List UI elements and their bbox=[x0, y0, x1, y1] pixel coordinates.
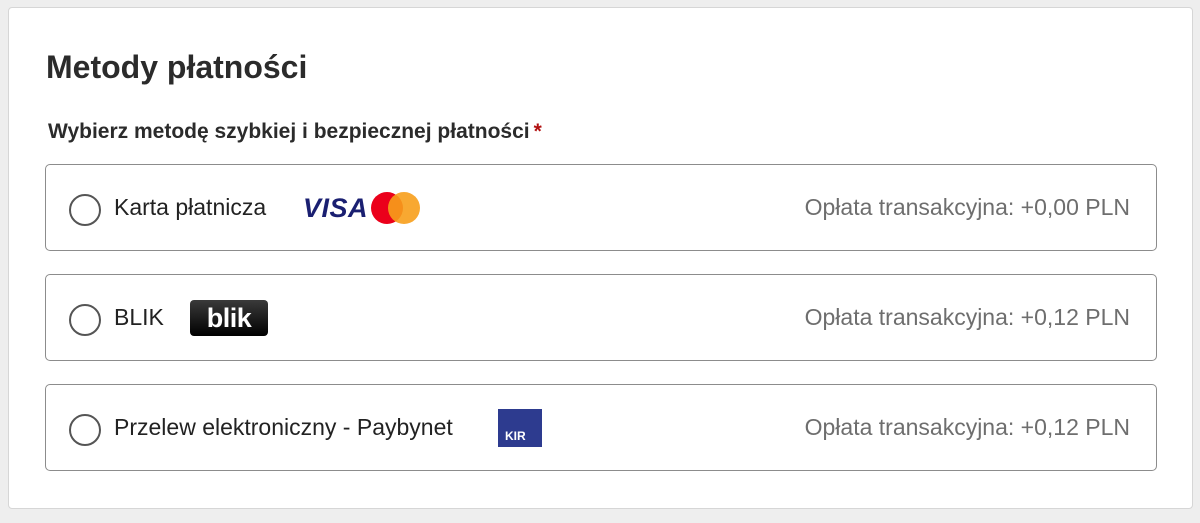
mastercard-orange-circle bbox=[388, 192, 420, 224]
kir-logo: KIR bbox=[498, 409, 542, 447]
payment-option-blik[interactable]: BLIK blik Opłata transakcyjna: +0,12 PLN bbox=[45, 274, 1157, 361]
visa-logo: VISA bbox=[303, 193, 369, 223]
fee-text-card: Opłata transakcyjna: +0,00 PLN bbox=[804, 194, 1130, 220]
required-marker: * bbox=[533, 120, 542, 143]
radio-button-card[interactable] bbox=[69, 194, 101, 226]
payment-option-paybynet[interactable]: Przelew elektroniczny - Paybynet KIR Opł… bbox=[45, 384, 1157, 471]
fee-text-blik: Opłata transakcyjna: +0,12 PLN bbox=[804, 304, 1130, 330]
option-label-blik: BLIK bbox=[114, 304, 164, 330]
mastercard-icon bbox=[371, 192, 421, 224]
kir-logo-text: KIR bbox=[505, 429, 526, 443]
payment-prompt-text: Wybierz metodę szybkiej i bezpiecznej pł… bbox=[48, 120, 530, 143]
radio-button-blik[interactable] bbox=[69, 304, 101, 336]
payment-option-card[interactable]: Karta płatnicza VISA Opłata transakcyjna… bbox=[45, 164, 1157, 251]
radio-button-paybynet[interactable] bbox=[69, 414, 101, 446]
payment-prompt: Wybierz metodę szybkiej i bezpiecznej pł… bbox=[48, 119, 542, 144]
option-label-card: Karta płatnicza bbox=[114, 194, 267, 220]
payment-methods-card: Metody płatności Wybierz metodę szybkiej… bbox=[8, 7, 1193, 509]
option-label-paybynet: Przelew elektroniczny - Paybynet bbox=[114, 414, 453, 440]
blik-logo: blik bbox=[190, 300, 268, 336]
page-title: Metody płatności bbox=[46, 49, 308, 85]
fee-text-paybynet: Opłata transakcyjna: +0,12 PLN bbox=[804, 414, 1130, 440]
